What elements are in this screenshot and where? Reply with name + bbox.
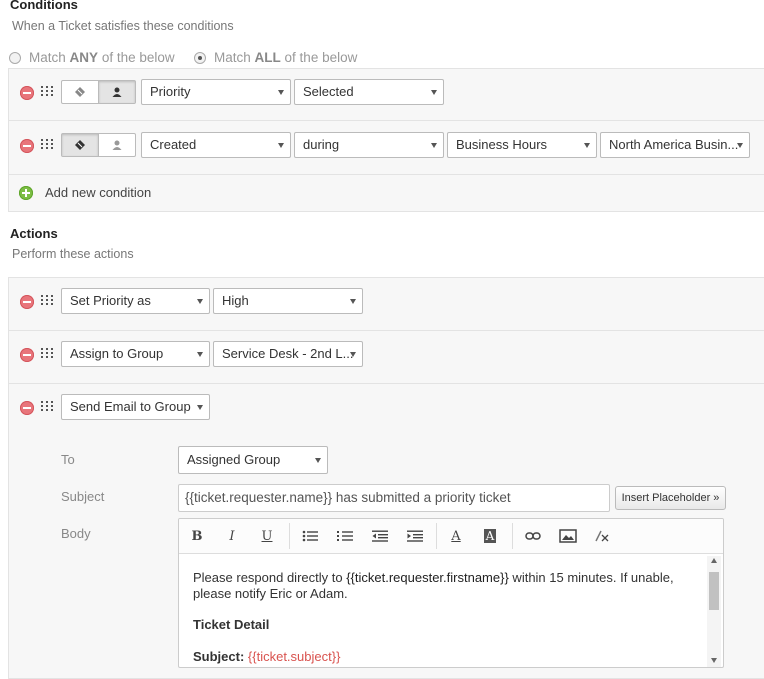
condition-field-select[interactable]: Created [141,132,291,158]
remove-action-icon[interactable] [20,348,34,362]
indent-icon[interactable] [404,525,426,547]
remove-condition-icon[interactable] [20,86,34,100]
ticket-detail-heading: Ticket Detail [193,617,270,632]
image-icon[interactable] [557,525,579,547]
body-paragraph: Please respond directly to {{ticket.requ… [193,570,674,601]
font-color-icon[interactable]: A [445,525,467,547]
drag-handle-icon[interactable] [41,139,53,150]
clear-formatting-icon[interactable] [591,525,613,547]
action-type-select[interactable]: Set Priority as [61,288,210,314]
drag-handle-icon[interactable] [41,401,53,412]
subject-input[interactable]: {{ticket.requester.name}} has submitted … [178,484,610,512]
subject-line: Subject: {{ticket.subject}} [193,649,341,664]
remove-action-icon[interactable] [20,295,34,309]
action-value-select[interactable]: High [213,288,363,314]
add-condition-icon[interactable] [19,186,33,200]
condition-value-select[interactable]: Business Hours [447,132,597,158]
underline-button[interactable]: U [256,525,278,547]
body-editor[interactable]: B I U A A Please respond directly to {{t… [178,518,724,668]
action-value-select[interactable]: Service Desk - 2nd L... [213,341,363,367]
ticket-requester-toggle[interactable] [61,133,136,157]
italic-button[interactable]: I [221,525,243,547]
remove-action-icon[interactable] [20,401,34,415]
action-type-select[interactable]: Send Email to Group [61,394,210,420]
to-label: To [61,452,75,467]
link-icon[interactable] [522,525,544,547]
subject-label: Subject [61,489,105,504]
drag-handle-icon[interactable] [41,295,53,306]
actions-title: Actions [10,226,58,241]
background-color-icon[interactable]: A [479,525,501,547]
to-select[interactable]: Assigned Group [178,446,328,474]
bullet-list-icon[interactable] [299,525,321,547]
scrollbar-thumb[interactable] [709,572,719,610]
conditions-subtitle: When a Ticket satisfies these conditions [12,19,234,33]
condition-operator-select[interactable]: Selected [294,79,444,105]
add-condition-link[interactable]: Add new condition [45,185,151,200]
match-all-option[interactable]: Match ALL of the below [194,50,357,65]
drag-handle-icon[interactable] [41,348,53,359]
condition-operator-select[interactable]: during [294,132,444,158]
requester-icon[interactable] [98,134,135,156]
numbered-list-icon[interactable] [334,525,356,547]
insert-placeholder-button[interactable]: Insert Placeholder » [615,486,726,510]
condition-field-select[interactable]: Priority [141,79,291,105]
action-type-select[interactable]: Assign to Group [61,341,210,367]
match-any-radio[interactable] [9,51,21,64]
requester-firstname-placeholder: {{ticket.requester.firstname}} [346,570,509,585]
requester-icon[interactable] [98,81,135,103]
drag-handle-icon[interactable] [41,86,53,97]
ticket-icon[interactable] [62,134,98,156]
editor-toolbar: B I U A A [179,519,723,554]
body-label: Body [61,526,91,541]
actions-subtitle: Perform these actions [12,247,134,261]
remove-condition-icon[interactable] [20,139,34,153]
bold-button[interactable]: B [186,525,208,547]
outdent-icon[interactable] [369,525,391,547]
ticket-requester-toggle[interactable] [61,80,136,104]
editor-scrollbar[interactable] [707,556,721,667]
business-calendar-select[interactable]: North America Busin... [600,132,750,158]
conditions-title: Conditions [10,0,78,12]
ticket-icon[interactable] [62,81,98,103]
match-any-option[interactable]: Match ANY of the below [9,50,175,65]
match-all-radio[interactable] [194,51,206,64]
